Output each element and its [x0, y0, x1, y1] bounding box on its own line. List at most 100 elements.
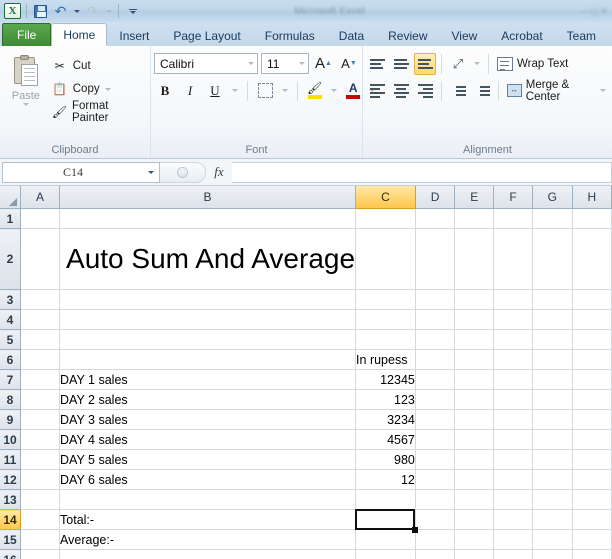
- cell-B15[interactable]: Average:-: [59, 529, 357, 550]
- cell-E8[interactable]: [454, 389, 495, 410]
- column-header-g[interactable]: G: [532, 186, 573, 209]
- column-header-e[interactable]: E: [454, 186, 495, 209]
- cell-A3[interactable]: [20, 289, 61, 310]
- cell-F11[interactable]: [493, 449, 533, 470]
- cell-C16[interactable]: [355, 549, 416, 559]
- cell-E11[interactable]: [454, 449, 495, 470]
- cell-G14[interactable]: [532, 509, 573, 530]
- cell-C15[interactable]: [355, 529, 416, 550]
- italic-button[interactable]: I: [179, 80, 201, 102]
- tab-acrobat[interactable]: Acrobat: [489, 24, 554, 46]
- row-header-9[interactable]: 9: [0, 409, 21, 430]
- tab-view[interactable]: View: [440, 24, 490, 46]
- align-middle-button[interactable]: [390, 53, 412, 75]
- column-header-f[interactable]: F: [493, 186, 533, 209]
- underline-button[interactable]: U: [204, 80, 226, 102]
- fill-color-dropdown-icon[interactable]: [328, 80, 340, 102]
- merge-center-dropdown-icon[interactable]: [600, 89, 607, 92]
- row-header-2[interactable]: 2: [0, 228, 21, 290]
- cell-D16[interactable]: [415, 549, 456, 559]
- cell-E6[interactable]: [454, 349, 495, 370]
- cell-G1[interactable]: [532, 208, 573, 229]
- row-header-10[interactable]: 10: [0, 429, 21, 450]
- cell-B9[interactable]: DAY 3 sales: [59, 409, 357, 430]
- cell-H4[interactable]: [572, 309, 612, 330]
- cell-E2[interactable]: [454, 228, 495, 290]
- customize-qat-icon[interactable]: [124, 3, 141, 20]
- tab-file[interactable]: File: [2, 23, 52, 46]
- cell-D2[interactable]: [415, 228, 456, 290]
- cell-G16[interactable]: [532, 549, 573, 559]
- cell-H7[interactable]: [572, 369, 612, 390]
- cell-G12[interactable]: [532, 469, 573, 490]
- row-header-4[interactable]: 4: [0, 309, 21, 330]
- row-header-14[interactable]: 14: [0, 509, 21, 530]
- cell-E14[interactable]: [454, 509, 495, 530]
- cell-A9[interactable]: [20, 409, 61, 430]
- align-bottom-button[interactable]: [414, 52, 436, 75]
- cell-C10[interactable]: 4567: [355, 429, 416, 450]
- copy-dropdown-icon[interactable]: [104, 87, 111, 91]
- tab-formulas[interactable]: Formulas: [253, 24, 327, 46]
- cell-A5[interactable]: [20, 329, 61, 350]
- paste-button[interactable]: Paste: [3, 52, 49, 106]
- cut-button[interactable]: ✂ Cut: [49, 56, 147, 76]
- column-header-d[interactable]: D: [415, 186, 456, 209]
- cell-B12[interactable]: DAY 6 sales: [59, 469, 357, 490]
- cell-E7[interactable]: [454, 369, 495, 390]
- cell-D9[interactable]: [415, 409, 456, 430]
- cell-H10[interactable]: [572, 429, 612, 450]
- cell-F3[interactable]: [493, 289, 533, 310]
- cell-E15[interactable]: [454, 529, 495, 550]
- cell-D5[interactable]: [415, 329, 456, 350]
- cell-B1[interactable]: [59, 208, 357, 229]
- cell-H9[interactable]: [572, 409, 612, 430]
- font-name-combo[interactable]: Calibri: [154, 53, 258, 74]
- cell-B5[interactable]: [59, 329, 357, 350]
- cell-A10[interactable]: [20, 429, 61, 450]
- cell-D14[interactable]: [415, 509, 456, 530]
- cell-B2[interactable]: Auto Sum And Average: [59, 228, 357, 290]
- cell-F15[interactable]: [493, 529, 533, 550]
- cell-E16[interactable]: [454, 549, 495, 559]
- font-name-dropdown-icon[interactable]: [248, 62, 254, 65]
- cell-G10[interactable]: [532, 429, 573, 450]
- cell-A6[interactable]: [20, 349, 61, 370]
- underline-dropdown-icon[interactable]: [229, 80, 241, 102]
- cell-F4[interactable]: [493, 309, 533, 330]
- select-all-corner[interactable]: [0, 186, 21, 209]
- cell-E13[interactable]: [454, 489, 495, 510]
- cell-G4[interactable]: [532, 309, 573, 330]
- formula-input[interactable]: [232, 161, 612, 183]
- cell-H13[interactable]: [572, 489, 612, 510]
- row-header-16[interactable]: 16: [0, 549, 21, 559]
- cell-B8[interactable]: DAY 2 sales: [59, 389, 357, 410]
- cell-H8[interactable]: [572, 389, 612, 410]
- cell-B13[interactable]: [59, 489, 357, 510]
- cell-G13[interactable]: [532, 489, 573, 510]
- row-header-15[interactable]: 15: [0, 529, 21, 550]
- align-top-button[interactable]: [366, 53, 388, 75]
- cell-F13[interactable]: [493, 489, 533, 510]
- cell-F1[interactable]: [493, 208, 533, 229]
- cell-B14[interactable]: Total:-: [59, 509, 357, 530]
- row-header-6[interactable]: 6: [0, 349, 21, 370]
- fill-handle[interactable]: [412, 526, 419, 533]
- cell-C4[interactable]: [355, 309, 416, 330]
- cell-A15[interactable]: [20, 529, 61, 550]
- cell-A4[interactable]: [20, 309, 61, 330]
- cell-H5[interactable]: [572, 329, 612, 350]
- cell-D15[interactable]: [415, 529, 456, 550]
- cell-H16[interactable]: [572, 549, 612, 559]
- cell-E10[interactable]: [454, 429, 495, 450]
- decrease-indent-button[interactable]: [447, 80, 469, 102]
- align-center-button[interactable]: [390, 80, 412, 102]
- column-header-a[interactable]: A: [20, 186, 61, 209]
- cell-D4[interactable]: [415, 309, 456, 330]
- cell-C5[interactable]: [355, 329, 416, 350]
- format-painter-button[interactable]: 🖌 Format Painter: [49, 100, 147, 124]
- cell-E5[interactable]: [454, 329, 495, 350]
- cell-G6[interactable]: [532, 349, 573, 370]
- cell-G3[interactable]: [532, 289, 573, 310]
- row-header-3[interactable]: 3: [0, 289, 21, 310]
